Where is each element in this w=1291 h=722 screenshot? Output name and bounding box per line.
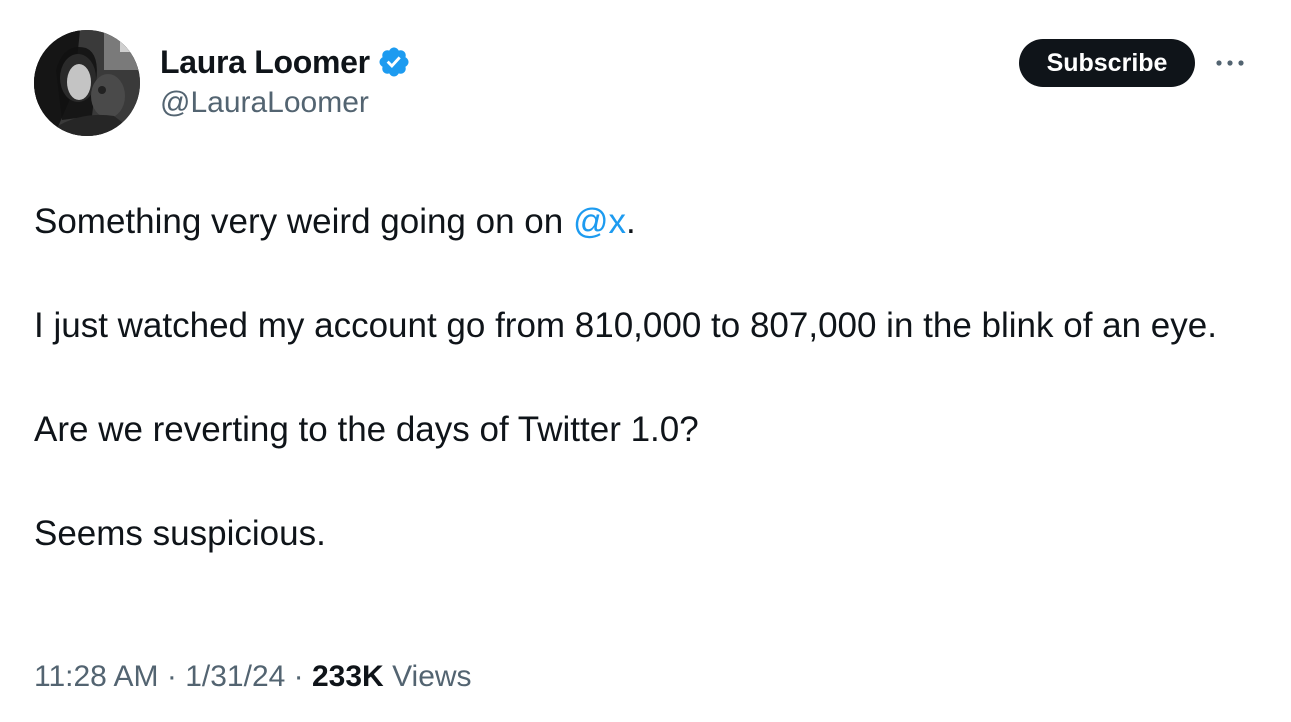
author-handle[interactable]: @LauraLoomer: [160, 86, 369, 120]
more-options-button[interactable]: [1210, 45, 1250, 81]
tweet-paragraph-3: Are we reverting to the days of Twitter …: [34, 410, 699, 449]
avatar[interactable]: [34, 30, 140, 136]
more-horizontal-icon: [1216, 60, 1244, 66]
views-label: Views: [392, 660, 472, 693]
tweet-date[interactable]: 1/31/24: [185, 660, 285, 693]
subscribe-button[interactable]: Subscribe: [1019, 39, 1195, 87]
tweet-paragraph-2: I just watched my account go from 810,00…: [34, 306, 1217, 345]
tweet-text: Something very weird going on on @x. I j…: [34, 196, 1254, 560]
meta-separator: ·: [166, 660, 177, 693]
author-name-row: Laura Loomer: [160, 40, 411, 84]
views-count[interactable]: 233K: [312, 660, 384, 693]
meta-separator: ·: [293, 660, 304, 693]
tweet-paragraph-1: Something very weird going on on @x.: [34, 202, 636, 241]
tweet-paragraph-4: Seems suspicious.: [34, 514, 326, 553]
tweet-card: Laura Loomer @LauraLoomer Subscribe Some…: [0, 0, 1291, 722]
author-display-name[interactable]: Laura Loomer: [160, 44, 370, 81]
tweet-time[interactable]: 11:28 AM: [34, 660, 159, 693]
verified-badge-icon[interactable]: [377, 45, 411, 79]
mention-link[interactable]: @x: [573, 202, 626, 241]
tweet-meta: 11:28 AM · 1/31/24 · 233K Views: [34, 660, 472, 694]
avatar-photo: [34, 30, 140, 136]
